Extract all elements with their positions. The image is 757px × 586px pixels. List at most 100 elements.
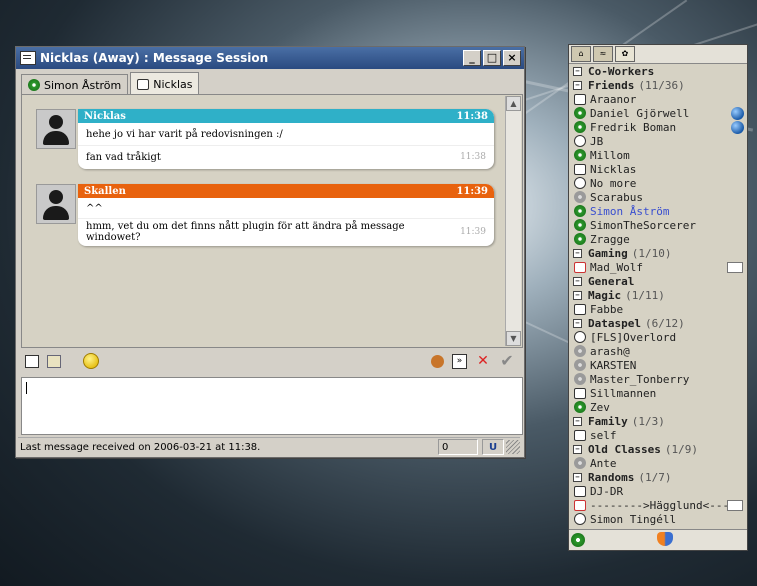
scroll-down-icon[interactable]: ▼ — [506, 331, 521, 346]
send-icon[interactable]: ✔ — [499, 353, 515, 369]
contact-item[interactable]: Mad_Wolf — [569, 260, 747, 274]
minimize-button[interactable]: _ — [463, 50, 481, 66]
collapse-icon[interactable]: − — [573, 472, 582, 482]
contact-group[interactable]: − Gaming (1/10) — [569, 246, 747, 260]
contact-name: JB — [590, 134, 604, 148]
contact-item[interactable]: Nicklas — [569, 162, 747, 176]
collapse-icon[interactable]: − — [573, 444, 582, 454]
contact-item[interactable]: KARSTEN — [569, 358, 747, 372]
collapse-icon[interactable]: − — [573, 416, 582, 426]
contact-item[interactable]: Araanor — [569, 92, 747, 106]
contact-item[interactable]: Fabbe — [569, 302, 747, 316]
contact-item[interactable]: Fredrik Boman — [569, 120, 747, 134]
collapse-icon[interactable]: − — [573, 276, 582, 286]
message-bubble: Nicklas 11:38 hehe jo vi har varit på re… — [78, 109, 494, 169]
tab-simon-astrom[interactable]: Simon Åström — [21, 74, 129, 95]
close-button[interactable]: × — [503, 50, 521, 66]
contact-item[interactable]: arash@ — [569, 344, 747, 358]
globe-icon — [731, 106, 744, 120]
contact-item[interactable]: Simon Tingéll — [569, 512, 747, 526]
contact-name: Simon Tingéll — [590, 512, 677, 526]
clock-status-icon — [574, 135, 586, 147]
contact-item[interactable]: DJ-DR — [569, 484, 747, 498]
user-info-icon[interactable] — [47, 354, 61, 368]
contact-group[interactable]: − Family (1/3) — [569, 414, 747, 428]
message-line: hmm, vet du om det finns nått plugin för… — [78, 218, 494, 245]
collapse-icon[interactable]: − — [573, 290, 582, 300]
underline-toggle[interactable]: U — [482, 439, 504, 455]
globe-icon — [731, 120, 744, 134]
collapse-icon[interactable]: − — [573, 80, 582, 90]
contact-item[interactable]: Sillmannen — [569, 386, 747, 400]
group-label: Family — [588, 414, 628, 428]
group-label: Dataspel — [588, 316, 641, 330]
contact-item[interactable]: Simon Åström — [569, 204, 747, 218]
clover-icon[interactable]: ✿ — [615, 46, 635, 62]
contact-item[interactable]: [FLS]Overlord — [569, 330, 747, 344]
group-count: (1/3) — [631, 414, 665, 428]
contact-item[interactable]: Daniel Gjörwell — [569, 106, 747, 120]
wave-icon[interactable]: ≈ — [593, 46, 613, 62]
message-text: hehe jo vi har varit på redovisningen :/ — [86, 128, 283, 140]
contact-group[interactable]: − Magic (1/11) — [569, 288, 747, 302]
contact-list-footer — [569, 529, 747, 550]
contact-card-icon[interactable] — [25, 354, 39, 368]
contact-item[interactable]: Ante — [569, 456, 747, 470]
collapse-icon[interactable]: − — [573, 66, 582, 76]
tab-nicklas[interactable]: Nicklas — [130, 72, 200, 95]
contact-name: Sillmannen — [590, 386, 657, 400]
status-bar: Last message received on 2006-03-21 at 1… — [18, 437, 520, 456]
contact-item[interactable]: self — [569, 428, 747, 442]
mail-icon[interactable] — [727, 261, 743, 273]
collapse-icon[interactable]: − — [573, 318, 582, 328]
group-count: (11/36) — [638, 78, 685, 92]
smiley-icon[interactable] — [83, 353, 99, 369]
contact-name: -------->Hägglund<----- — [590, 498, 743, 512]
contact-name: Daniel Gjörwell — [590, 106, 690, 120]
home-icon[interactable]: ⌂ — [571, 46, 591, 62]
nudge-icon[interactable] — [431, 354, 444, 368]
contact-item[interactable]: -------->Hägglund<----- — [569, 498, 747, 512]
expand-icon[interactable]: » — [452, 353, 467, 369]
contact-item[interactable]: SimonTheSorcerer — [569, 218, 747, 232]
contact-group[interactable]: − Randoms (1/7) — [569, 470, 747, 484]
group-count: (1/11) — [625, 288, 665, 302]
contact-item[interactable]: Zev — [569, 400, 747, 414]
contact-group[interactable]: − Friends (11/36) — [569, 78, 747, 92]
contact-group[interactable]: − Co-Workers — [569, 64, 747, 78]
clock-status-icon — [574, 177, 586, 189]
contact-item[interactable]: Master_Tonberry — [569, 372, 747, 386]
contact-item[interactable]: Zragge — [569, 232, 747, 246]
window-titlebar[interactable]: Nicklas (Away) : Message Session _ □ × — [16, 47, 524, 69]
message-sender: Skallen — [84, 185, 126, 197]
mobile-status-icon — [574, 93, 586, 105]
offline-status-icon — [574, 373, 586, 385]
mail-icon[interactable] — [727, 499, 743, 511]
tab-label: Nicklas — [153, 77, 193, 91]
message-scrollbar[interactable]: ▲ ▼ — [505, 96, 521, 346]
butterfly-icon[interactable] — [657, 532, 673, 546]
resize-grip[interactable] — [506, 440, 520, 454]
contact-item[interactable]: JB — [569, 134, 747, 148]
message-history[interactable]: Nicklas 11:38 hehe jo vi har varit på re… — [21, 94, 523, 348]
message-input[interactable] — [21, 377, 523, 435]
contact-item[interactable]: Scarabus — [569, 190, 747, 204]
maximize-button[interactable]: □ — [483, 50, 501, 66]
scroll-up-icon[interactable]: ▲ — [506, 96, 521, 111]
contact-group[interactable]: − Dataspel (6/12) — [569, 316, 747, 330]
contact-group[interactable]: − General — [569, 274, 747, 288]
clover-status-icon[interactable] — [571, 533, 585, 547]
contact-name: Ante — [590, 456, 617, 470]
group-label: Co-Workers — [588, 64, 655, 78]
message-line-time: 11:38 — [460, 152, 486, 162]
contact-group[interactable]: − Old Classes (1/9) — [569, 442, 747, 456]
cancel-icon[interactable]: ✕ — [475, 353, 491, 369]
contact-item[interactable]: No more — [569, 176, 747, 190]
collapse-icon[interactable]: − — [573, 248, 582, 258]
contact-name: arash@ — [590, 344, 630, 358]
offline-status-icon — [574, 359, 586, 371]
window-title: Nicklas (Away) : Message Session — [40, 51, 269, 65]
contact-name: Master_Tonberry — [590, 372, 690, 386]
contact-item[interactable]: Millom — [569, 148, 747, 162]
group-label: Gaming — [588, 246, 628, 260]
